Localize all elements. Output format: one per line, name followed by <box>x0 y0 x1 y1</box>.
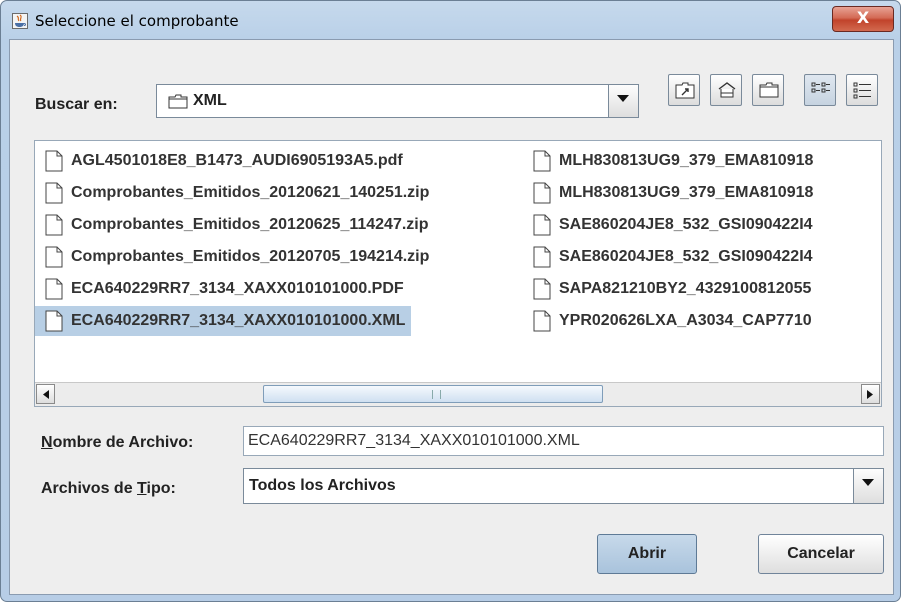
horizontal-scrollbar[interactable] <box>35 382 881 406</box>
file-icon <box>533 150 551 172</box>
up-one-level-button[interactable] <box>668 74 700 106</box>
file-column-1: AGL4501018E8_B1473_AUDI6905193A5.pdf Com… <box>35 145 429 337</box>
details-view-icon <box>853 82 871 99</box>
dialog-content: Buscar en: XML AGL4501018E8_B1473_AUDI69… <box>9 39 894 595</box>
filetype-value: Todos los Archivos <box>249 477 396 494</box>
file-name: SAE860204JE8_532_GSI090422I4 <box>559 248 813 265</box>
file-icon <box>45 246 63 268</box>
file-icon <box>533 310 551 332</box>
title-bar[interactable]: Seleccione el comprobante X <box>1 1 900 39</box>
file-list[interactable]: AGL4501018E8_B1473_AUDI6905193A5.pdf Com… <box>34 140 882 407</box>
lookin-label: Buscar en: <box>35 96 118 113</box>
chevron-down-icon <box>617 95 629 102</box>
file-item[interactable]: MLH830813UG9_379_EMA810918 <box>523 177 813 209</box>
up-one-level-icon <box>675 82 695 99</box>
file-item[interactable]: YPR020626LXA_A3034_CAP7710 <box>523 305 813 337</box>
filename-label: Nombre de Archivo: <box>41 434 194 451</box>
file-item[interactable]: ECA640229RR7_3134_XAXX010101000.PDF <box>35 273 429 305</box>
file-icon <box>533 182 551 204</box>
file-icon <box>45 278 63 300</box>
list-view-button[interactable] <box>804 74 836 106</box>
file-name: YPR020626LXA_A3034_CAP7710 <box>559 312 812 329</box>
arrow-left-icon <box>43 390 49 399</box>
file-item[interactable]: MLH830813UG9_379_EMA810918 <box>523 145 813 177</box>
new-folder-icon <box>759 82 779 98</box>
new-folder-button[interactable] <box>752 74 784 106</box>
folder-icon <box>168 94 188 109</box>
java-app-icon <box>12 13 28 29</box>
file-item[interactable]: SAPA821210BY2_43291008120​55 <box>523 273 813 305</box>
open-button[interactable]: Abrir <box>597 534 697 574</box>
file-name: Comprobantes_Emitidos_20120621_140251.zi… <box>71 184 430 201</box>
close-icon: X <box>856 8 870 27</box>
lookin-combo[interactable]: XML <box>156 84 639 118</box>
file-name: Comprobantes_Emitidos_20120625_114247.zi… <box>71 216 429 233</box>
filename-input[interactable]: ECA640229RR7_3134_XAXX010101000.XML <box>243 426 884 456</box>
close-button[interactable]: X <box>832 6 894 32</box>
file-icon <box>45 150 63 172</box>
filetype-label: Archivos de Tipo: <box>41 480 176 497</box>
file-icon <box>45 182 63 204</box>
file-item[interactable]: Comprobantes_Emitidos_20120625_114247.zi… <box>35 209 429 241</box>
chevron-down-icon <box>862 479 874 486</box>
file-chooser-dialog: Seleccione el comprobante X Buscar en: X… <box>0 0 901 602</box>
filetype-dropdown-button[interactable] <box>853 469 883 503</box>
scrollbar-thumb[interactable] <box>263 385 603 403</box>
home-icon <box>718 82 736 98</box>
window-title: Seleccione el comprobante <box>35 12 239 30</box>
file-item[interactable]: AGL4501018E8_B1473_AUDI6905193A5.pdf <box>35 145 429 177</box>
file-name: AGL4501018E8_B1473_AUDI6905193A5.pdf <box>71 152 403 169</box>
file-item[interactable]: Comprobantes_Emitidos_20120705_194214.zi… <box>35 241 429 273</box>
file-icon <box>533 246 551 268</box>
file-item-selected[interactable]: ECA640229RR7_3134_XAXX010101000.XML <box>35 305 429 337</box>
arrow-right-icon <box>867 390 873 399</box>
list-view-icon <box>811 82 830 93</box>
file-item[interactable]: SAE860204JE8_532_GSI090422I4 <box>523 241 813 273</box>
file-icon <box>533 214 551 236</box>
lookin-value: XML <box>193 92 227 109</box>
file-item[interactable]: Comprobantes_Emitidos_20120621_140251.zi… <box>35 177 429 209</box>
file-name: ECA640229RR7_3134_XAXX010101000.XML <box>71 312 406 329</box>
file-icon <box>533 278 551 300</box>
file-name: MLH830813UG9_379_EMA810918 <box>559 152 814 169</box>
file-icon <box>45 214 63 236</box>
file-name: SAPA821210BY2_43291008120​55 <box>559 280 812 297</box>
scroll-left-button[interactable] <box>36 384 55 404</box>
scroll-right-button[interactable] <box>861 384 880 404</box>
lookin-dropdown-button[interactable] <box>608 85 638 117</box>
cancel-button[interactable]: Cancelar <box>758 534 884 574</box>
details-view-button[interactable] <box>846 74 878 106</box>
file-name: ECA640229RR7_3134_XAXX010101000.PDF <box>71 280 404 297</box>
home-button[interactable] <box>710 74 742 106</box>
file-item[interactable]: SAE860204JE8_532_GSI090422I4 <box>523 209 813 241</box>
file-column-2: MLH830813UG9_379_EMA810918 MLH830813UG9_… <box>523 145 813 337</box>
file-name: MLH830813UG9_379_EMA810918 <box>559 184 814 201</box>
file-name: Comprobantes_Emitidos_20120705_194214.zi… <box>71 248 430 265</box>
selection-highlight: ECA640229RR7_3134_XAXX010101000.XML <box>35 306 412 336</box>
filetype-combo[interactable]: Todos los Archivos <box>243 468 884 504</box>
grip-icon <box>432 390 441 399</box>
file-name: SAE860204JE8_532_GSI090422I4 <box>559 216 813 233</box>
file-icon <box>45 310 63 332</box>
